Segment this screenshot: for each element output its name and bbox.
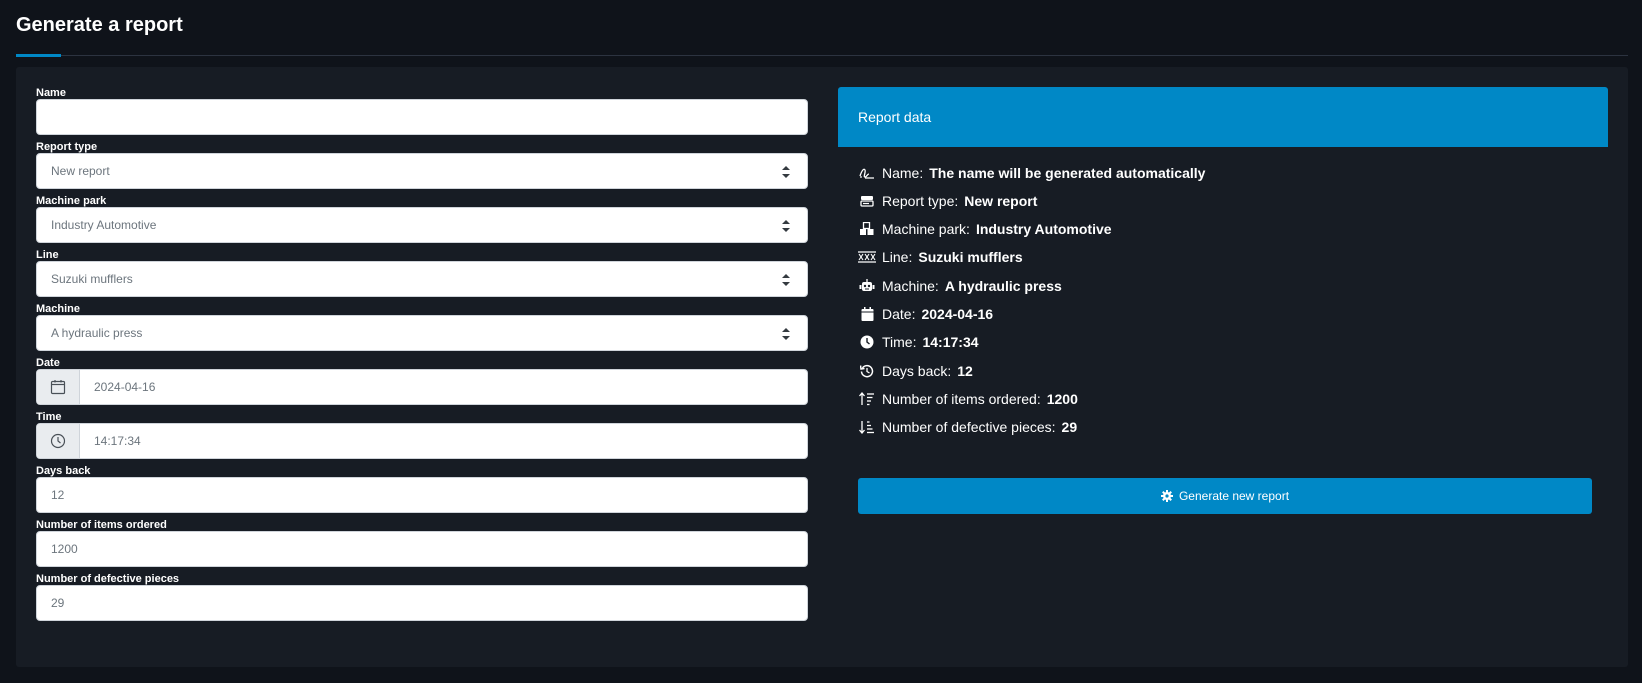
report-label: Number of items ordered: (882, 391, 1041, 407)
report-label: Report type: (882, 193, 959, 209)
report-row-defective: Number of defective pieces: 29 (858, 417, 1077, 437)
time-value: 14:17:34 (94, 434, 141, 448)
robot-icon (858, 277, 876, 295)
page-header: Generate a report (16, 0, 1628, 57)
defective-input[interactable]: 29 (36, 585, 808, 621)
name-input[interactable] (36, 99, 808, 135)
days-back-label: Days back (36, 465, 91, 477)
select-arrows-icon (782, 328, 790, 340)
items-ordered-input[interactable]: 1200 (36, 531, 808, 567)
report-type-value: New report (51, 164, 110, 178)
history-icon (858, 362, 876, 380)
report-label: Days back: (882, 363, 952, 379)
report-row-line: Line: Suzuki mufflers (858, 247, 1023, 267)
report-value: Industry Automotive (975, 221, 1112, 237)
days-back-input[interactable]: 12 (36, 477, 808, 513)
date-value: 2024-04-16 (94, 380, 156, 394)
time-input[interactable]: 14:17:34 (36, 423, 808, 459)
time-label: Time (36, 411, 62, 423)
report-value: 14:17:34 (922, 334, 979, 350)
items-ordered-label: Number of items ordered (36, 519, 167, 531)
gear-icon (1160, 490, 1173, 502)
cubes-icon (858, 220, 876, 238)
report-type-label: Report type (36, 141, 98, 153)
generate-report-button[interactable]: Generate new report (858, 478, 1592, 514)
report-value: 12 (957, 363, 973, 379)
page-title: Generate a report (16, 14, 183, 36)
select-arrows-icon (782, 220, 790, 232)
report-value: 1200 (1046, 391, 1078, 407)
header-accent (16, 54, 61, 57)
clock-icon (858, 333, 876, 351)
report-label: Machine: (882, 278, 939, 294)
generate-report-label: Generate new report (1178, 489, 1290, 503)
report-label: Time: (882, 334, 917, 350)
report-row-date: Date: 2024-04-16 (858, 304, 993, 324)
date-label: Date (36, 357, 60, 369)
defective-label: Number of defective pieces (36, 573, 180, 585)
signature-icon (858, 164, 876, 182)
report-type-select[interactable]: New report (36, 153, 808, 189)
sort-up-icon (858, 390, 876, 408)
sort-down-icon (858, 418, 876, 436)
report-row-days-back: Days back: 12 (858, 361, 973, 381)
machine-park-value: Industry Automotive (51, 218, 157, 232)
report-value: Suzuki mufflers (918, 249, 1023, 265)
select-arrows-icon (782, 166, 790, 178)
report-value: 29 (1061, 419, 1078, 435)
name-label: Name (36, 87, 66, 99)
report-type-icon (858, 192, 876, 210)
report-label: Date: (882, 306, 916, 322)
report-label: Number of defective pieces: (882, 419, 1056, 435)
machine-select[interactable]: A hydraulic press (36, 315, 808, 351)
date-input[interactable]: 2024-04-16 (36, 369, 808, 405)
calendar-icon (50, 380, 66, 395)
machine-park-select[interactable]: Industry Automotive (36, 207, 808, 243)
calendar-icon (858, 305, 876, 323)
line-select[interactable]: Suzuki mufflers (36, 261, 808, 297)
report-row-machine-park: Machine park: Industry Automotive (858, 219, 1112, 239)
report-row-time: Time: 14:17:34 (858, 332, 979, 352)
line-value: Suzuki mufflers (51, 272, 133, 286)
report-panel-header: Report data (838, 87, 1608, 147)
report-label: Machine park: (882, 221, 970, 237)
defective-value: 29 (51, 596, 65, 610)
report-value: A hydraulic press (944, 278, 1062, 294)
report-row-items-ordered: Number of items ordered: 1200 (858, 389, 1078, 409)
machine-value: A hydraulic press (51, 326, 143, 340)
machine-label: Machine (36, 303, 81, 315)
items-ordered-value: 1200 (51, 542, 78, 556)
report-label: Line: (882, 249, 913, 265)
report-value: The name will be generated automatically (929, 165, 1206, 181)
report-value: New report (964, 193, 1038, 209)
report-label: Name: (882, 165, 924, 181)
report-row-machine: Machine: A hydraulic press (858, 276, 1062, 296)
report-value: 2024-04-16 (921, 306, 994, 322)
report-row-name: Name: The name will be generated automat… (858, 163, 1205, 183)
report-panel-title: Report data (858, 109, 932, 125)
machine-park-label: Machine park (36, 195, 107, 207)
line-icon (858, 248, 876, 266)
clock-icon (50, 433, 66, 449)
date-addon[interactable] (37, 370, 80, 404)
report-row-report-type: Report type: New report (858, 191, 1037, 211)
time-addon[interactable] (37, 424, 80, 458)
select-arrows-icon (782, 274, 790, 286)
report-card: Name Report type New report Machine park… (16, 67, 1628, 667)
line-label: Line (36, 249, 59, 261)
days-back-value: 12 (51, 488, 65, 502)
